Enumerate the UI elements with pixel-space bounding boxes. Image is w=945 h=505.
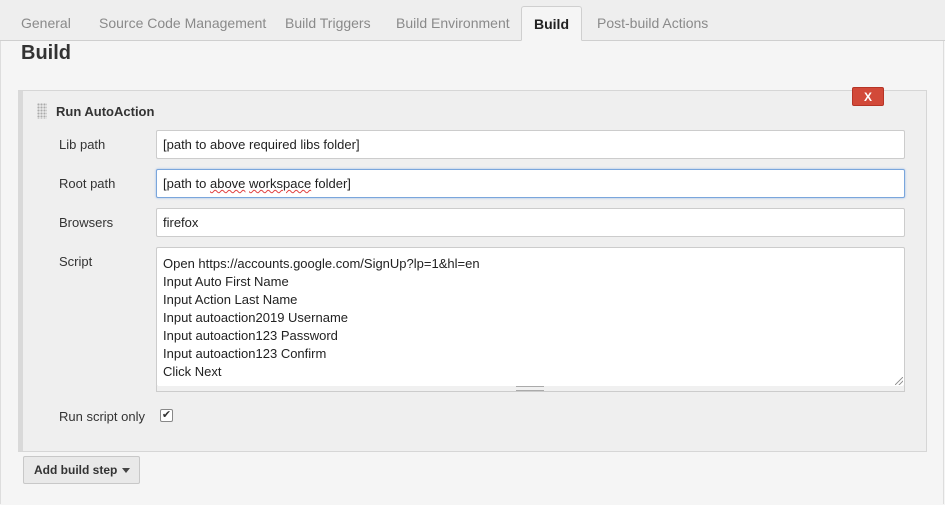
root-path-text-part: above [209,176,246,191]
tab-post-build-actions[interactable]: Post-build Actions [597,0,708,40]
tab-build-environment[interactable]: Build Environment [396,0,510,40]
tab-build-triggers[interactable]: Build Triggers [285,0,371,40]
script-line: Input autoaction2019 Username [163,310,349,325]
tab-general[interactable]: General [21,0,71,40]
add-build-step-label: Add build step [34,463,118,477]
tab-bar: General Source Code Management Build Tri… [0,0,945,41]
build-step-title: Run AutoAction [56,104,155,119]
textarea-resize-corner-icon[interactable] [895,377,903,385]
lib-path-label: Lib path [59,137,106,152]
caret-down-icon [122,468,130,473]
root-path-text-part: [path to [163,176,210,191]
script-line: Click Next [163,364,222,379]
script-line: Input Auto First Name [163,274,289,289]
root-path-text-part: folder] [311,176,351,191]
root-path-label: Root path [59,176,116,191]
root-path-text-part: workspace [249,176,312,191]
delete-step-button[interactable]: X [852,87,884,106]
lib-path-input[interactable]: [path to above required libs folder] [156,130,905,159]
browsers-label: Browsers [59,215,114,230]
add-build-step-button[interactable]: Add build step [23,456,140,484]
browsers-input[interactable]: firefox [156,208,905,237]
script-line: Input autoaction123 Password [163,328,338,343]
script-line: Input Action Last Name [163,292,298,307]
tab-source-code-management[interactable]: Source Code Management [99,0,266,40]
script-label: Script [59,254,93,269]
script-line: Open https://accounts.google.com/SignUp?… [163,256,480,271]
section-title: Build [21,42,71,64]
script-textarea[interactable]: Open https://accounts.google.com/SignUp?… [156,247,905,387]
root-path-input[interactable]: [path to above workspace folder] [156,169,905,198]
run-script-only-checkbox[interactable]: ✔ [160,409,173,422]
run-script-only-label: Run script only [59,409,145,424]
script-line: Input autoaction123 Confirm [163,346,327,361]
drag-handle-icon[interactable] [37,103,47,119]
resize-grip-icon[interactable] [516,386,544,391]
tab-build[interactable]: Build [521,6,582,41]
